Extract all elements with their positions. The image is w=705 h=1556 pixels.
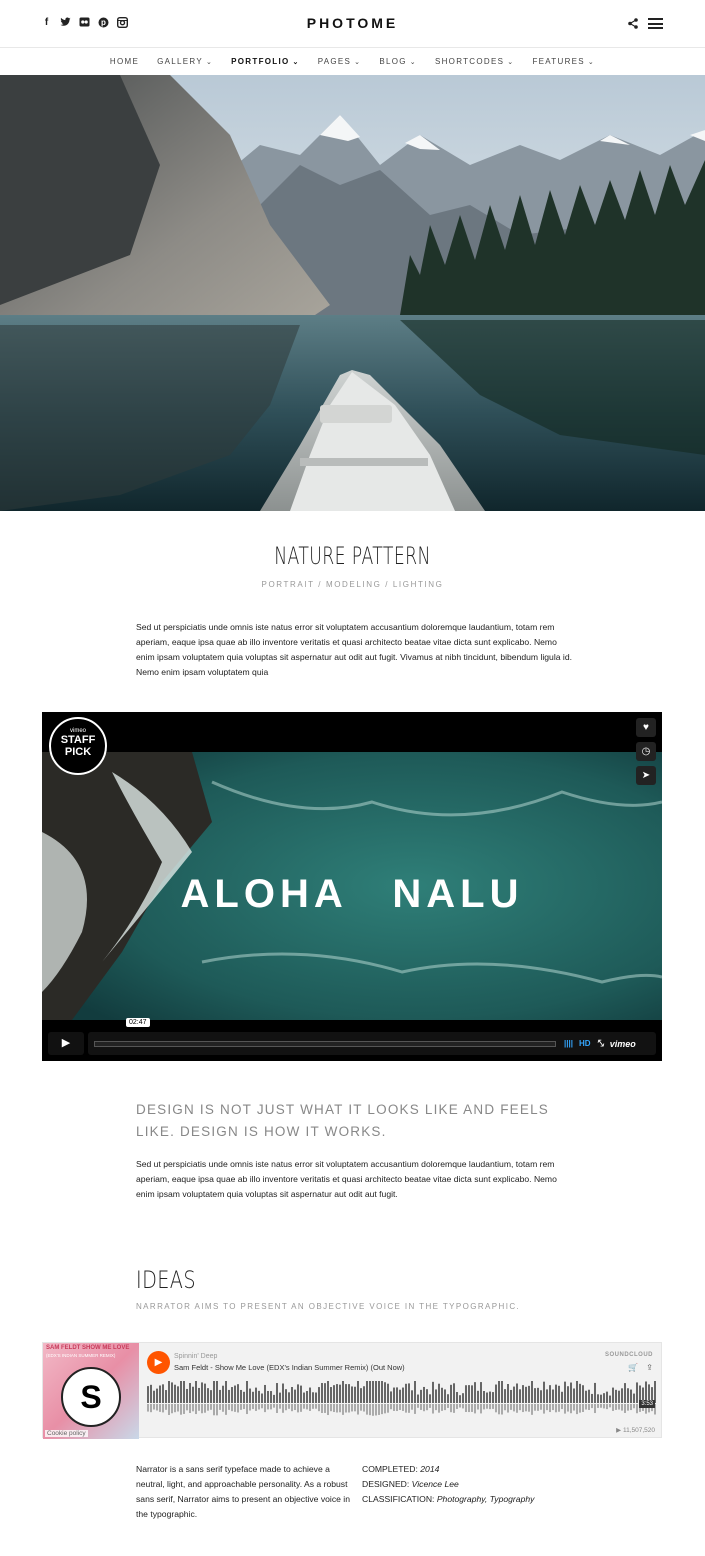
- watch-later-clock-icon[interactable]: ◷: [636, 742, 656, 761]
- intro-paragraph: Sed ut perspiciatis unde omnis iste natu…: [136, 622, 572, 677]
- like-heart-icon[interactable]: ♥: [636, 718, 656, 737]
- badge-line-2: PICK: [64, 746, 92, 758]
- quote-paragraph: Sed ut perspiciatis unde omnis iste natu…: [136, 1159, 557, 1199]
- track-title[interactable]: Sam Feldt - Show Me Love (EDX's Indian S…: [174, 1363, 405, 1372]
- quote-heading: DESIGN IS NOT JUST WHAT IT LOOKS LIKE AN…: [136, 1102, 549, 1139]
- site-logo[interactable]: PHOTOME: [0, 15, 705, 31]
- artwork-title: SAM FELDT SHOW ME LOVE: [46, 1345, 130, 1351]
- main-nav: HOME GALLERY ⌄ PORTFOLIO ⌄ PAGES ⌄ BLOG ⌄ SH…: [0, 48, 705, 75]
- share-send-icon[interactable]: ➤: [636, 766, 656, 785]
- volume-icon[interactable]: ||||: [564, 1039, 573, 1048]
- video-progress-bar[interactable]: 02:47 |||| HD ⤡ vimeo: [88, 1018, 656, 1055]
- nav-item-pages[interactable]: PAGES ⌄: [309, 57, 371, 66]
- video-seek-track[interactable]: [94, 1040, 556, 1047]
- nav-item-blog[interactable]: BLOG ⌄: [370, 57, 426, 66]
- play-button[interactable]: ▶: [147, 1351, 170, 1374]
- badge-line-1: STAFF: [60, 734, 96, 746]
- project-description: Narrator is a sans serif typeface made t…: [136, 1464, 350, 1519]
- ideas-heading: IDEAS: [136, 1266, 196, 1294]
- project-meta: COMPLETED: 2014 DESIGNED: Vicence Lee CL…: [362, 1462, 592, 1507]
- buy-cart-icon[interactable]: 🛒: [628, 1363, 638, 1372]
- track-duration: 3:53: [639, 1400, 655, 1408]
- chevron-down-icon: ⌄: [587, 59, 596, 66]
- staff-pick-badge[interactable]: vimeo STAFF PICK: [49, 717, 107, 775]
- meta-classification: CLASSIFICATION: Photography, Typography: [362, 1492, 592, 1507]
- video-player[interactable]: vimeo STAFF PICK ♥ ◷ ➤ ALOHA NALU ▶ 02:4…: [42, 712, 662, 1061]
- meta-completed: COMPLETED: 2014: [362, 1462, 592, 1477]
- hd-toggle[interactable]: HD: [579, 1039, 591, 1048]
- meta-classification-value: Photography, Typography: [436, 1494, 535, 1504]
- play-button[interactable]: ▶: [48, 1032, 84, 1055]
- page-title: NATURE PATTERN: [274, 542, 431, 570]
- page-subtitle: PORTRAIT / MODELING / LIGHTING: [261, 580, 444, 589]
- nav-item-gallery[interactable]: GALLERY ⌄: [148, 57, 222, 66]
- track-artist[interactable]: Spinnin' Deep: [174, 1353, 217, 1360]
- vimeo-logo[interactable]: vimeo: [610, 1039, 636, 1049]
- hamburger-menu-icon[interactable]: [648, 18, 663, 29]
- site-header: f p PHOTOME: [0, 0, 705, 48]
- share-icon[interactable]: ⇪: [646, 1363, 653, 1372]
- chevron-down-icon: ⌄: [507, 59, 515, 66]
- soundcloud-logo[interactable]: SOUNDCLOUD: [605, 1352, 653, 1358]
- artwork-subtitle: (EDX'S INDIAN SUMMER REMIX): [46, 1353, 116, 1358]
- video-title: ALOHA NALU: [180, 872, 524, 916]
- meta-designed-value: Vicence Lee: [411, 1479, 459, 1489]
- chevron-down-icon: ⌄: [205, 59, 214, 66]
- play-count: ▶ 11,507,520: [616, 1427, 655, 1434]
- track-artwork: SAM FELDT SHOW ME LOVE (EDX'S INDIAN SUM…: [43, 1343, 139, 1439]
- chevron-down-icon: ⌄: [409, 59, 417, 66]
- chevron-down-icon: ⌄: [354, 59, 362, 66]
- nav-item-shortcodes[interactable]: SHORTCODES ⌄: [426, 57, 523, 66]
- share-icon[interactable]: [628, 18, 638, 29]
- meta-classification-label: CLASSIFICATION:: [362, 1494, 435, 1504]
- meta-designed-label: DESIGNED:: [362, 1479, 410, 1489]
- nav-item-features[interactable]: FEATURES ⌄: [523, 57, 604, 66]
- nav-item-home[interactable]: HOME: [101, 57, 148, 66]
- meta-designed: DESIGNED: Vicence Lee: [362, 1477, 592, 1492]
- video-time-tooltip: 02:47: [126, 1018, 150, 1027]
- waveform[interactable]: [147, 1381, 657, 1417]
- meta-completed-label: COMPLETED:: [362, 1464, 418, 1474]
- fullscreen-icon[interactable]: ⤡: [597, 1038, 604, 1049]
- soundcloud-player[interactable]: SAM FELDT SHOW ME LOVE (EDX'S INDIAN SUM…: [42, 1342, 662, 1439]
- hero-image: [0, 75, 705, 511]
- nav-item-portfolio[interactable]: PORTFOLIO ⌄: [222, 57, 309, 66]
- meta-completed-value: 2014: [420, 1464, 440, 1474]
- spinnin-logo-icon: S: [61, 1367, 121, 1427]
- ideas-subtitle: NARRATOR AIMS TO PRESENT AN OBJECTIVE VO…: [136, 1302, 521, 1311]
- video-controls: ▶ 02:47 |||| HD ⤡ vimeo: [48, 1018, 656, 1055]
- chevron-down-icon: ⌄: [292, 59, 300, 66]
- cookie-policy-link[interactable]: Cookie policy: [45, 1430, 88, 1437]
